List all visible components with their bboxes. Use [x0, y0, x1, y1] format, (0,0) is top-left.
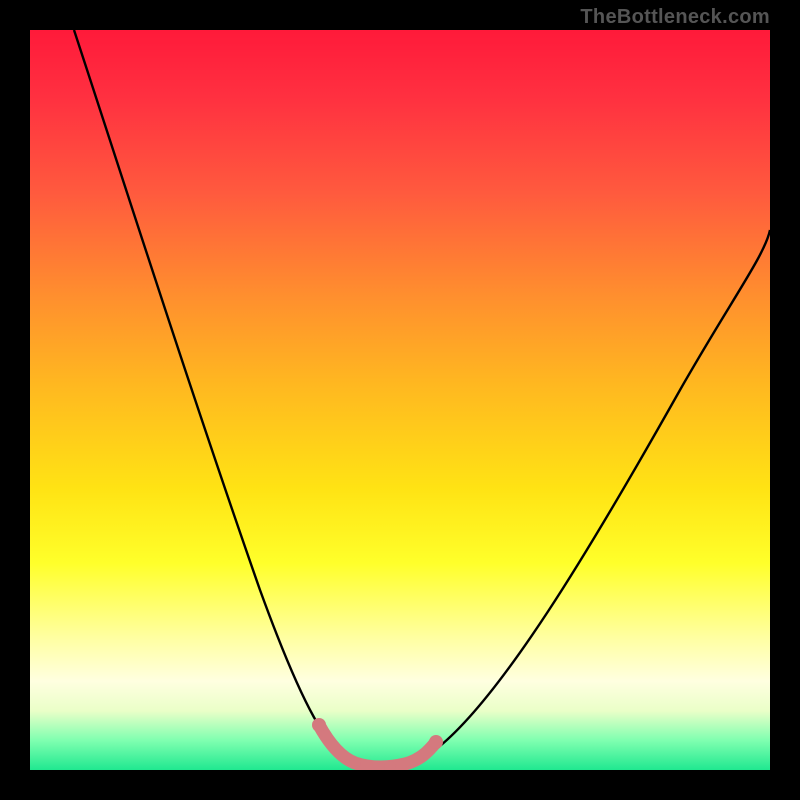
attribution-label: TheBottleneck.com	[580, 6, 770, 29]
chart-frame: TheBottleneck.com	[0, 0, 800, 800]
highlight-dot-left	[312, 718, 326, 732]
bottleneck-curve	[74, 30, 770, 767]
highlight-dot-right	[429, 735, 443, 749]
curve-layer	[30, 30, 770, 770]
plot-area	[30, 30, 770, 770]
highlight-dot-mid3	[412, 752, 424, 764]
highlight-dot-mid1	[349, 757, 361, 769]
